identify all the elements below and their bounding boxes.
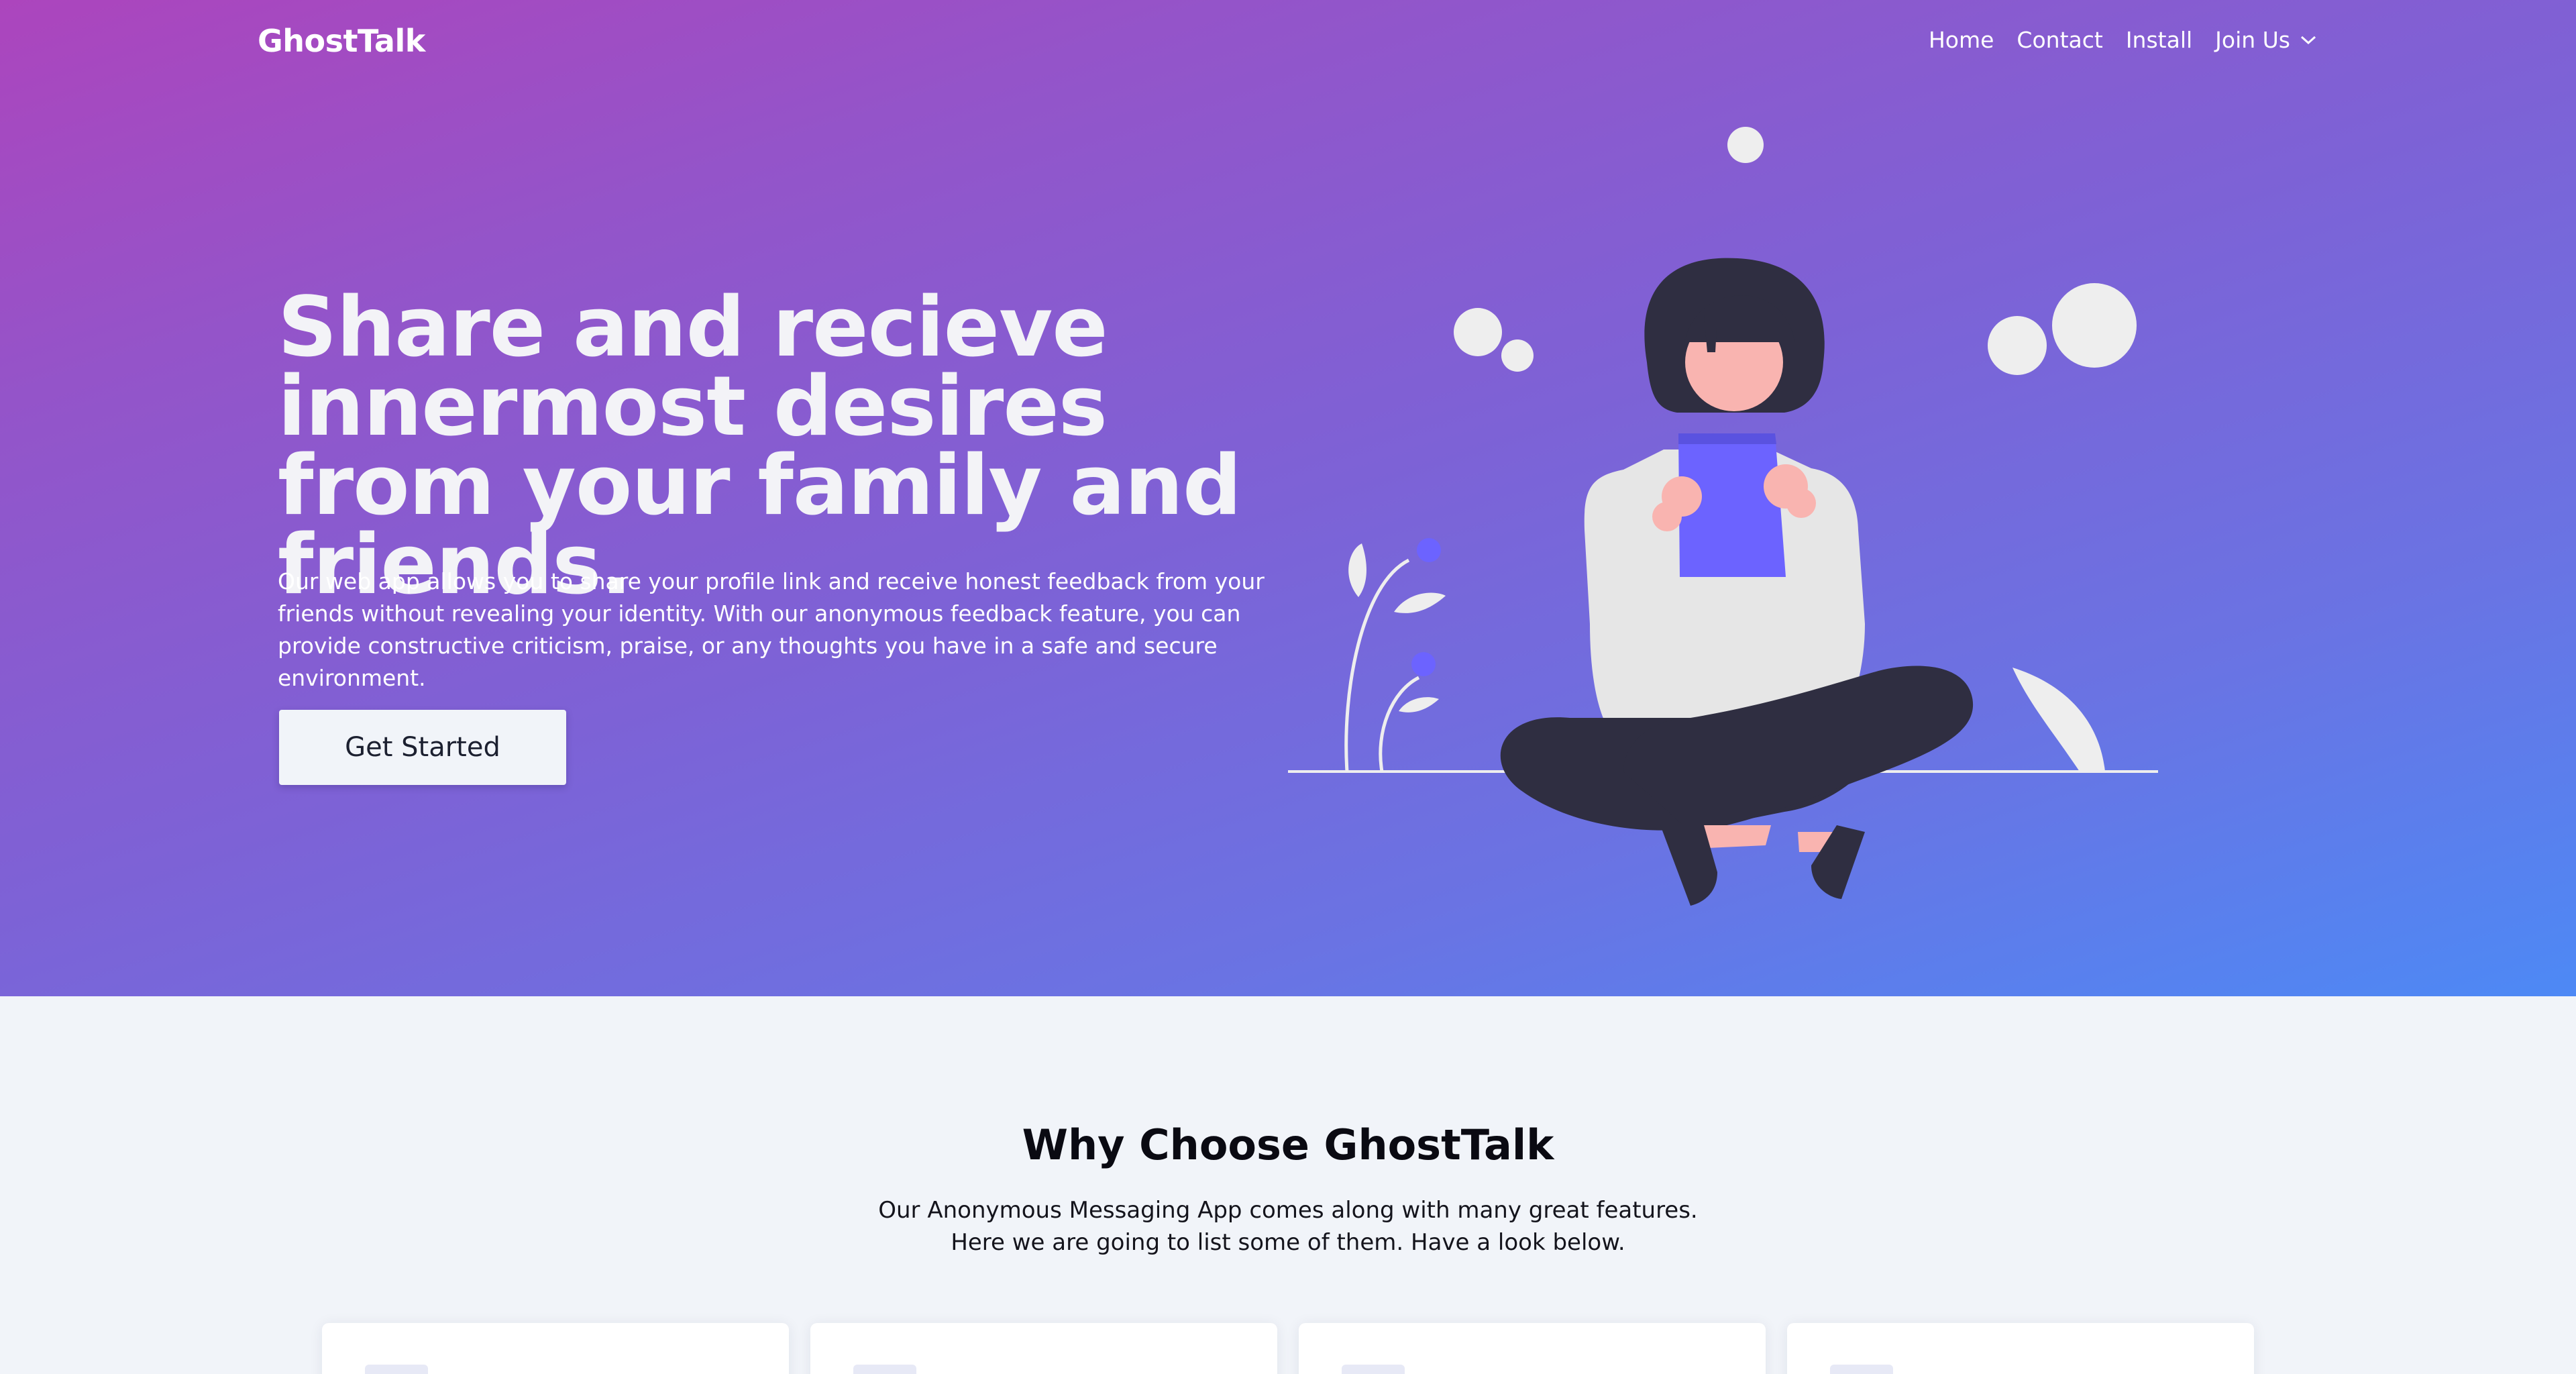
nav-link-install[interactable]: Install [2126, 27, 2192, 53]
main-nav: Home Contact Install Join Us [1929, 27, 2318, 53]
feature-card [1787, 1323, 2254, 1374]
nav-dropdown-join-us[interactable]: Join Us [2215, 27, 2318, 53]
feature-card [322, 1323, 789, 1374]
features-subtitle-line-2: Here we are going to list some of them. … [951, 1229, 1625, 1256]
feature-card [1299, 1323, 1766, 1374]
feature-icon [853, 1365, 916, 1374]
brand-logo[interactable]: GhostTalk [258, 23, 425, 59]
nav-link-contact[interactable]: Contact [2017, 27, 2102, 53]
features-title: Why Choose GhostTalk [1022, 1120, 1554, 1169]
feature-card [810, 1323, 1277, 1374]
feature-icon [365, 1365, 428, 1374]
feature-icon [1830, 1365, 1893, 1374]
features-subtitle-line-1: Our Anonymous Messaging App comes along … [878, 1197, 1698, 1224]
nav-dropdown-label: Join Us [2215, 27, 2290, 53]
person-reading-illustration [1288, 127, 2158, 906]
hero-section: GhostTalk Home Contact Install Join Us S… [0, 0, 2576, 996]
features-subtitle: Our Anonymous Messaging App comes along … [818, 1194, 1758, 1259]
hero-headline: Share and recieve innermost desires from… [278, 280, 1242, 613]
feature-icon [1342, 1365, 1405, 1374]
chevron-down-icon [2300, 36, 2316, 44]
nav-link-home[interactable]: Home [1929, 27, 1994, 53]
get-started-button[interactable]: Get Started [279, 710, 566, 785]
hero-description: Our web app allows you to share your pro… [278, 568, 1265, 691]
